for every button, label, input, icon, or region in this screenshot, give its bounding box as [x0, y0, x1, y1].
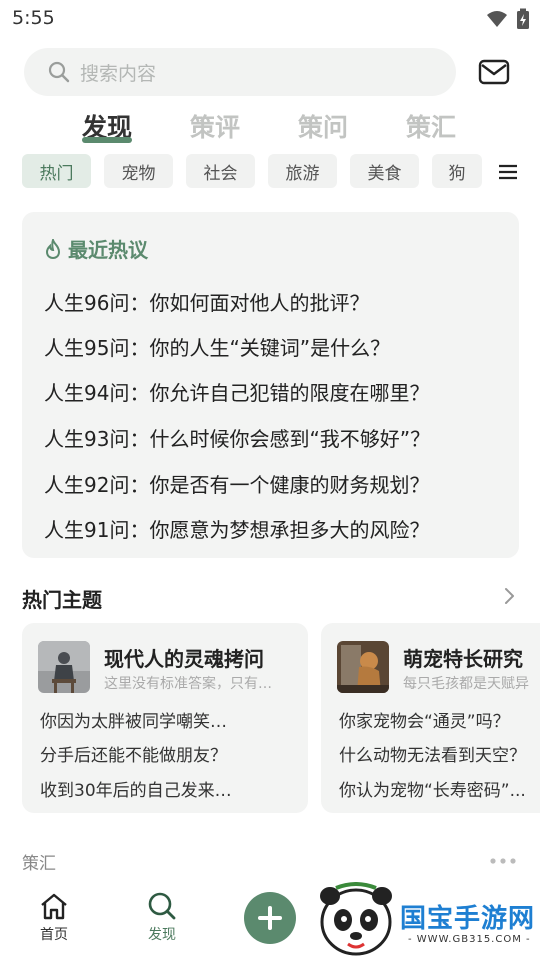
panda-logo-icon: [320, 882, 392, 956]
battery-icon: [517, 8, 529, 29]
topic-card-pets[interactable]: 萌宠特长研究 每只毛孩都是天赋异 你家宠物会“通灵”吗？ 什么动物无法看到天空？…: [321, 623, 540, 813]
add-button[interactable]: [244, 892, 296, 944]
category-chips: 热门 宠物 社会 旅游 美食 狗: [0, 154, 540, 190]
hot-item[interactable]: 人生95问：你的人生“关键词”是什么？: [44, 332, 390, 361]
topic-card-soul[interactable]: 现代人的灵魂拷问 这里没有标准答案，只有… 你因为太胖被同学嘲笑… 分手后还能不…: [22, 623, 308, 813]
hot-discussion-card: 最近热议 人生96问：你如何面对他人的批评？ 人生95问：你的人生“关键词”是什…: [22, 212, 519, 558]
hot-item[interactable]: 人生96问：你如何面对他人的批评？: [44, 287, 369, 316]
hot-topics-title: 热门主题: [22, 588, 102, 612]
topic-thumbnail: [337, 641, 389, 693]
chip-dog[interactable]: 狗: [432, 154, 482, 188]
search-input[interactable]: 搜索内容: [24, 48, 456, 96]
tab-ask[interactable]: 策问: [298, 108, 348, 144]
nav-home-label: 首页: [40, 927, 68, 943]
hot-item[interactable]: 人生91问：你愿意为梦想承担多大的风险？: [44, 514, 429, 543]
watermark: 国宝手游网 - WWW.GB315.COM -: [312, 880, 540, 960]
topic-thumbnail: [38, 641, 90, 693]
nav-home[interactable]: 首页: [24, 892, 84, 944]
search-placeholder: 搜索内容: [80, 62, 157, 85]
mail-icon[interactable]: [478, 57, 510, 87]
topic-desc: 这里没有标准答案，只有…: [104, 676, 272, 692]
fire-icon: [45, 238, 61, 259]
add-icon: [258, 906, 282, 930]
tab-review[interactable]: 策评: [190, 108, 240, 144]
topic-question[interactable]: 你认为宠物“长寿密码”...: [339, 776, 526, 801]
chip-travel[interactable]: 旅游: [268, 154, 337, 188]
hot-item[interactable]: 人生93问：什么时候你会感到“我不够好”？: [44, 423, 430, 452]
topic-desc: 每只毛孩都是天赋异: [403, 676, 529, 692]
topic-name: 现代人的灵魂拷问: [104, 647, 264, 671]
chevron-right-icon[interactable]: [500, 586, 518, 606]
hot-item[interactable]: 人生94问：你允许自己犯错的限度在哪里？: [44, 377, 429, 406]
chip-hot[interactable]: 热门: [22, 154, 91, 188]
section-collection-title: 策汇: [22, 854, 56, 874]
watermark-url: - WWW.GB315.COM -: [408, 934, 531, 945]
chip-pets[interactable]: 宠物: [104, 154, 173, 188]
hot-discussion-header: 最近热议: [44, 234, 148, 263]
more-icon[interactable]: [490, 858, 516, 864]
topic-question[interactable]: 收到30年后的自己发来…: [40, 776, 232, 801]
topic-question[interactable]: 你因为太胖被同学嘲笑…: [40, 707, 227, 732]
status-time: 5:55: [12, 7, 55, 29]
chip-food[interactable]: 美食: [350, 154, 419, 188]
hot-item[interactable]: 人生92问：你是否有一个健康的财务规划？: [44, 469, 429, 498]
hot-discussion-title: 最近热议: [68, 238, 148, 262]
topic-question[interactable]: 分手后还能不能做朋友？: [40, 741, 227, 766]
nav-discover-label: 发现: [148, 927, 176, 943]
topic-question[interactable]: 你家宠物会“通灵”吗？: [339, 707, 510, 732]
watermark-text: 国宝手游网: [400, 904, 536, 934]
search-icon: [48, 61, 70, 83]
status-icons: [486, 8, 530, 30]
status-bar: 5:55: [0, 0, 540, 38]
wifi-icon: [487, 11, 507, 27]
tab-indicator: [82, 137, 132, 143]
discover-icon: [148, 892, 176, 920]
menu-icon[interactable]: [498, 164, 518, 180]
topic-question[interactable]: 什么动物无法看到天空？: [339, 741, 526, 766]
chip-society[interactable]: 社会: [186, 154, 255, 188]
topic-name: 萌宠特长研究: [403, 647, 523, 671]
tab-bar: 发现 策评 策问 策汇: [0, 108, 540, 152]
nav-discover[interactable]: 发现: [132, 892, 192, 944]
tab-collection[interactable]: 策汇: [406, 108, 456, 144]
home-icon: [41, 893, 67, 920]
